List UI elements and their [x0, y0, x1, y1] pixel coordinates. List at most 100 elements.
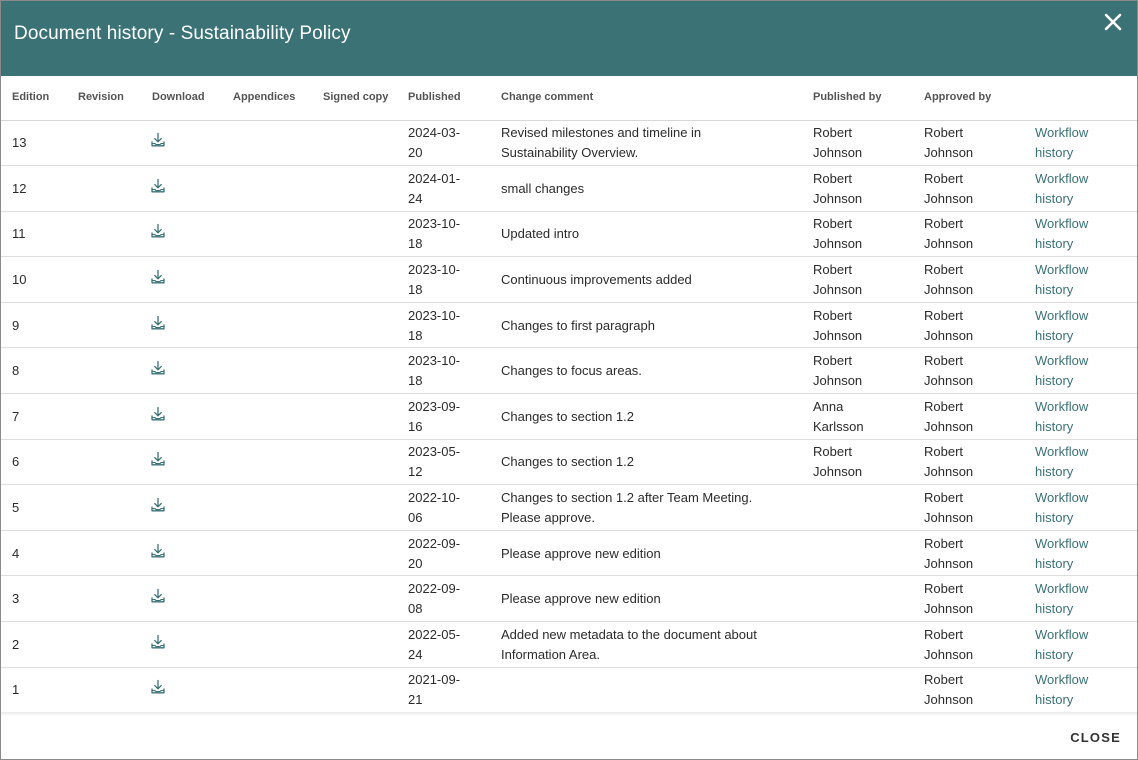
table-row: 4 2022-09- 20 Please approve new edition … — [1, 530, 1137, 577]
approved-by-cell: Robert Johnson — [913, 530, 1024, 577]
edition-cell: 4 — [1, 530, 67, 577]
close-button[interactable]: CLOSE — [1070, 730, 1121, 745]
signed-copy-cell — [312, 347, 397, 395]
appendices-cell — [222, 393, 312, 440]
download-icon[interactable] — [150, 315, 166, 331]
col-approved-by[interactable]: Approved by — [913, 76, 1024, 121]
workflow-history-link[interactable]: Workflow history — [1035, 581, 1088, 616]
approved-by-cell: Robert Johnson — [913, 302, 1024, 349]
revision-cell — [67, 439, 141, 486]
revision-cell — [67, 302, 141, 349]
revision-cell — [67, 165, 141, 212]
change-comment-cell: Added new metadata to the document about… — [490, 621, 802, 668]
download-icon[interactable] — [150, 269, 166, 285]
download-cell — [141, 347, 222, 395]
change-comment-cell: Continuous improvements added — [490, 256, 802, 303]
published-date-cell: 2023-09- 16 — [397, 393, 490, 440]
published-date-cell: 2022-09- 20 — [397, 530, 490, 577]
download-icon[interactable] — [150, 679, 166, 695]
col-published[interactable]: Published — [397, 76, 490, 121]
workflow-history-link[interactable]: Workflow history — [1035, 125, 1088, 160]
edition-cell: 9 — [1, 302, 67, 349]
edition-cell: 2 — [1, 621, 67, 668]
published-date-cell: 2023-10- 18 — [397, 347, 490, 395]
close-icon[interactable] — [1101, 10, 1125, 34]
workflow-cell: Workflow history — [1024, 302, 1137, 349]
revision-cell — [67, 211, 141, 258]
edition-cell: 5 — [1, 484, 67, 531]
download-icon[interactable] — [150, 634, 166, 650]
col-revision[interactable]: Revision — [67, 76, 141, 121]
signed-copy-cell — [312, 484, 397, 531]
appendices-cell — [222, 667, 312, 714]
workflow-history-link[interactable]: Workflow history — [1035, 216, 1088, 251]
edition-cell: 13 — [1, 120, 67, 167]
published-by-cell — [802, 667, 913, 714]
edition-cell: 12 — [1, 165, 67, 212]
published-date-cell: 2022-09- 08 — [397, 575, 490, 623]
appendices-cell — [222, 347, 312, 395]
workflow-cell: Workflow history — [1024, 120, 1137, 167]
published-date-cell: 2023-10- 18 — [397, 302, 490, 349]
workflow-history-link[interactable]: Workflow history — [1035, 308, 1088, 343]
published-by-cell — [802, 530, 913, 577]
col-download[interactable]: Download — [141, 76, 222, 121]
workflow-history-link[interactable]: Workflow history — [1035, 262, 1088, 297]
download-icon[interactable] — [150, 132, 166, 148]
appendices-cell — [222, 165, 312, 212]
published-by-cell: Anna Karlsson — [802, 393, 913, 440]
document-history-dialog: Document history - Sustainability Policy — [0, 0, 1138, 760]
history-table-container[interactable]: Edition Revision Download Appendices Sig… — [1, 76, 1137, 714]
approved-by-cell: Robert Johnson — [913, 165, 1024, 212]
table-row: 8 2023-10- 18 Changes to focus areas. Rob… — [1, 347, 1137, 395]
approved-by-cell: Robert Johnson — [913, 575, 1024, 623]
col-change-comment[interactable]: Change comment — [490, 76, 802, 121]
col-published-by[interactable]: Published by — [802, 76, 913, 121]
appendices-cell — [222, 302, 312, 349]
edition-cell: 1 — [1, 667, 67, 714]
workflow-history-link[interactable]: Workflow history — [1035, 171, 1088, 206]
appendices-cell — [222, 211, 312, 258]
signed-copy-cell — [312, 530, 397, 577]
revision-cell — [67, 347, 141, 395]
appendices-cell — [222, 621, 312, 668]
table-row: 6 2023-05- 12 Changes to section 1.2 Robe… — [1, 439, 1137, 486]
workflow-history-link[interactable]: Workflow history — [1035, 399, 1088, 434]
signed-copy-cell — [312, 621, 397, 668]
download-cell — [141, 302, 222, 349]
workflow-history-link[interactable]: Workflow history — [1035, 353, 1088, 388]
download-icon[interactable] — [150, 406, 166, 422]
published-by-cell — [802, 621, 913, 668]
download-icon[interactable] — [150, 451, 166, 467]
workflow-cell: Workflow history — [1024, 165, 1137, 212]
download-icon[interactable] — [150, 178, 166, 194]
workflow-history-link[interactable]: Workflow history — [1035, 490, 1088, 525]
signed-copy-cell — [312, 667, 397, 714]
col-edition[interactable]: Edition — [1, 76, 67, 121]
edition-cell: 11 — [1, 211, 67, 258]
workflow-history-link[interactable]: Workflow history — [1035, 536, 1088, 571]
approved-by-cell: Robert Johnson — [913, 621, 1024, 668]
download-cell — [141, 256, 222, 303]
col-appendices[interactable]: Appendices — [222, 76, 312, 121]
dialog-title: Document history - Sustainability Policy — [14, 23, 351, 44]
change-comment-cell: small changes — [490, 165, 802, 212]
col-signed-copy[interactable]: Signed copy — [312, 76, 397, 121]
download-icon[interactable] — [150, 543, 166, 559]
change-comment-cell: Changes to focus areas. — [490, 347, 802, 395]
download-icon[interactable] — [150, 223, 166, 239]
appendices-cell — [222, 256, 312, 303]
workflow-cell: Workflow history — [1024, 211, 1137, 258]
workflow-history-link[interactable]: Workflow history — [1035, 627, 1088, 662]
revision-cell — [67, 484, 141, 531]
download-icon[interactable] — [150, 360, 166, 376]
workflow-history-link[interactable]: Workflow history — [1035, 444, 1088, 479]
revision-cell — [67, 575, 141, 623]
download-icon[interactable] — [150, 497, 166, 513]
published-date-cell: 2022-10- 06 — [397, 484, 490, 531]
published-date-cell: 2022-05- 24 — [397, 621, 490, 668]
edition-cell: 6 — [1, 439, 67, 486]
download-icon[interactable] — [150, 588, 166, 604]
table-row: 5 2022-10- 06 Changes to section 1.2 afte… — [1, 484, 1137, 531]
workflow-history-link[interactable]: Workflow history — [1035, 672, 1088, 707]
